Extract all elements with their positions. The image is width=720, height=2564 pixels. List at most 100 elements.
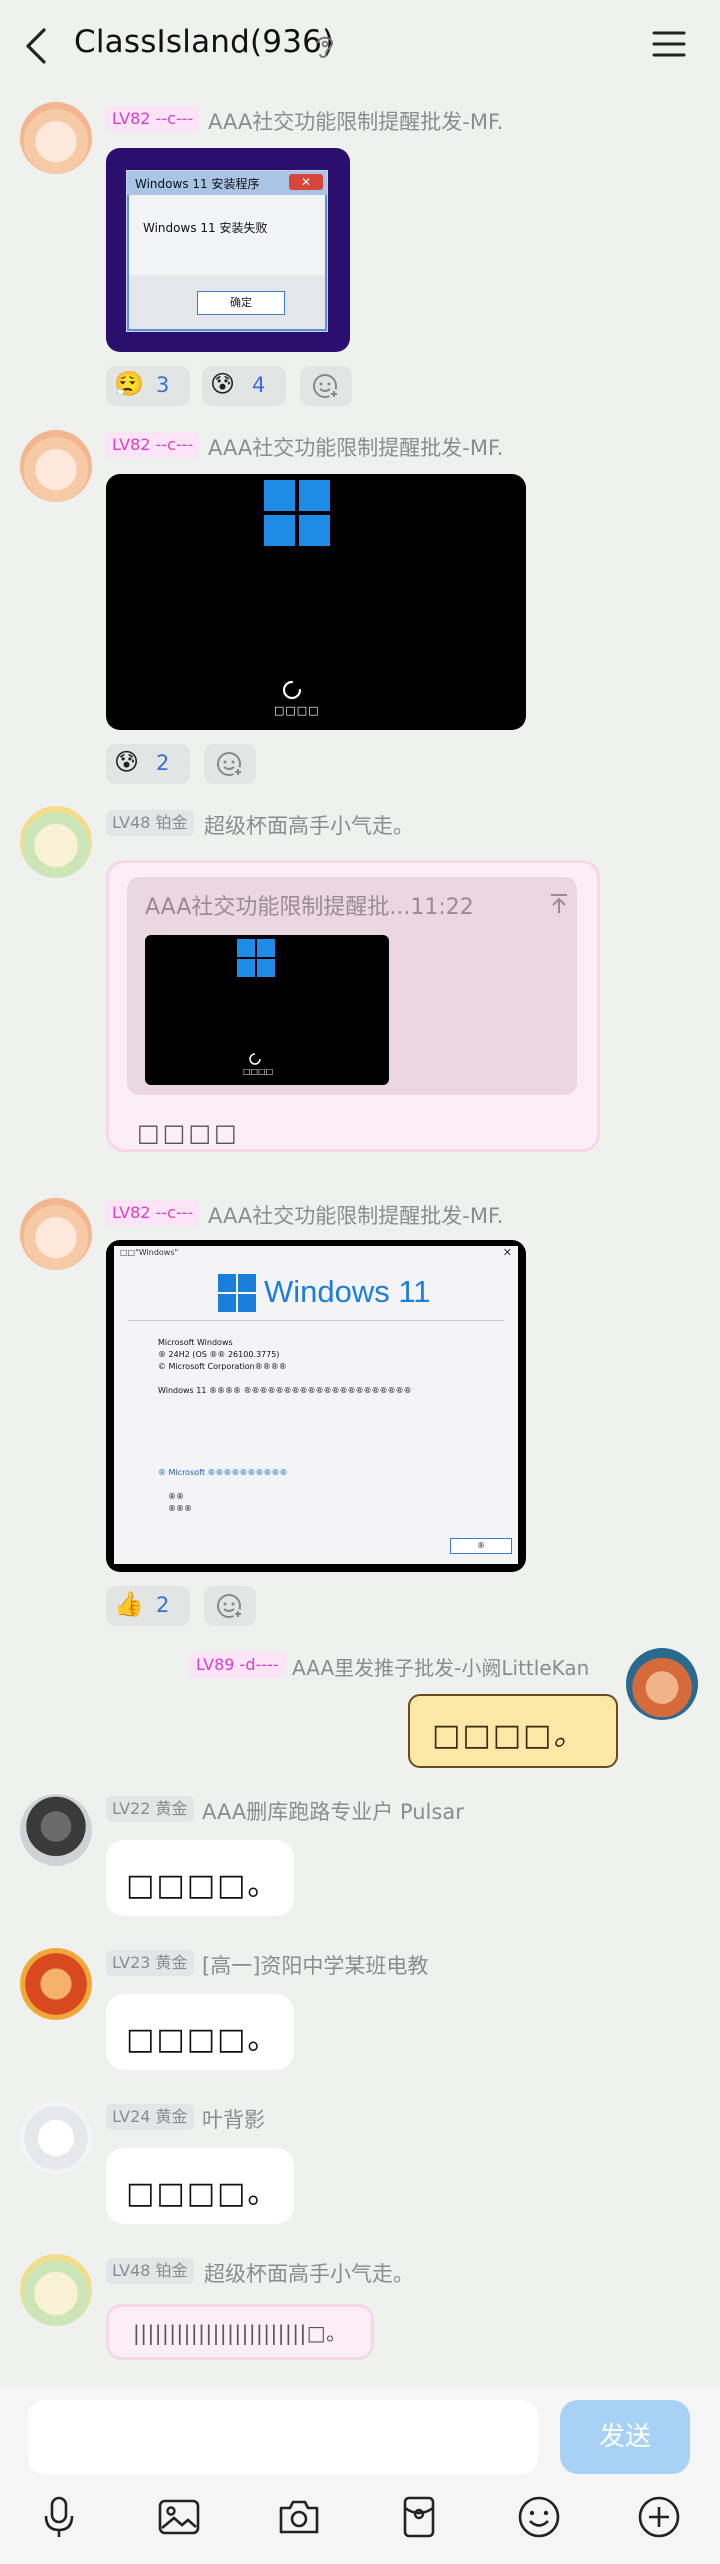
add-emoji-icon: [313, 374, 339, 399]
reaction-count: 3: [156, 373, 170, 397]
loading-text: □□□□: [243, 1067, 274, 1076]
avatar[interactable]: [20, 1794, 92, 1866]
level-badge: LV82 --c---: [106, 1200, 200, 1226]
add-reaction-button[interactable]: [204, 744, 256, 784]
dialog-body: Windows 11 安装失败 确定: [129, 195, 325, 329]
reply-text: □□□□: [137, 1119, 240, 1147]
reaction-count: 2: [156, 1593, 170, 1617]
sender-name[interactable]: AAA社交功能限制提醒批发-MF.: [208, 1200, 503, 1230]
message-text: □□□□。: [126, 2176, 280, 2211]
avatar[interactable]: [20, 1198, 92, 1270]
dialog-titlebar: Windows 11 安装程序 ✕: [127, 171, 327, 195]
dialog-title: Windows 11 安装程序: [135, 177, 260, 191]
jump-to-top-icon[interactable]: [549, 893, 569, 915]
sender-name[interactable]: AAA社交功能限制提醒批发-MF.: [208, 432, 503, 462]
send-button[interactable]: 发送: [560, 2400, 690, 2474]
avatar[interactable]: [20, 2102, 92, 2174]
back-arrow-icon[interactable]: [22, 26, 50, 66]
microphone-icon[interactable]: [36, 2494, 82, 2540]
info-line: ®®®: [168, 1504, 192, 1513]
close-icon: ✕: [289, 174, 323, 190]
message-bubble[interactable]: □□□□。: [106, 1840, 294, 1916]
info-line: © Microsoft Corporation®®®®: [158, 1362, 287, 1371]
quoted-message[interactable]: AAA社交功能限制提醒批...11:22 □□□□: [127, 877, 577, 1095]
windows-logo-text: Windows 11: [264, 1274, 431, 1309]
chat-header: ClassIsland(936): [0, 0, 720, 92]
loading-spinner-icon: [282, 680, 302, 700]
close-icon: ✕: [502, 1246, 512, 1259]
message-bubble[interactable]: □□□□。: [106, 2148, 294, 2224]
message-text: □□□□。: [126, 1868, 280, 1903]
windows-logo-icon: [264, 480, 330, 546]
message-input[interactable]: [28, 2400, 538, 2474]
reaction-chip[interactable]: 😰 2: [106, 744, 190, 784]
windows-logo-icon: [218, 1274, 256, 1312]
sender-name[interactable]: [高一]资阳中学某班电教: [202, 1950, 428, 1980]
sender-name[interactable]: 叶背影: [202, 2104, 265, 2134]
ear-icon: [317, 36, 334, 58]
sender-name[interactable]: 超级杯面高手小气走。: [204, 2258, 414, 2288]
message-text: □□□□。: [432, 1718, 586, 1753]
reaction-chip[interactable]: 👍 2: [106, 1586, 190, 1626]
dialog-caption: □□"Windows": [120, 1248, 179, 1257]
reaction-chip[interactable]: 😰 4: [202, 366, 286, 406]
loading-text: □□□□: [274, 704, 320, 717]
add-emoji-icon: [217, 1594, 243, 1619]
avatar-self[interactable]: [626, 1648, 698, 1720]
avatar[interactable]: [20, 806, 92, 878]
reply-bubble[interactable]: AAA社交功能限制提醒批...11:22 □□□□ □□□□: [106, 860, 600, 1152]
avatar[interactable]: [20, 2254, 92, 2326]
red-packet-icon[interactable]: [396, 2494, 442, 2540]
windows-logo-icon: [237, 939, 275, 977]
camera-icon[interactable]: [276, 2494, 322, 2540]
level-badge: LV82 --c---: [106, 106, 200, 132]
about-windows-dialog: □□"Windows" ✕ Windows 11 Microsoft Windo…: [114, 1246, 518, 1564]
level-badge: LV48 铂金: [106, 810, 194, 836]
reaction-count: 2: [156, 751, 170, 775]
info-line: ® 24H2 (OS ®® 26100.3775): [158, 1350, 280, 1359]
dialog-message: Windows 11 安装失败: [143, 221, 268, 235]
sender-name[interactable]: 超级杯面高手小气走。: [204, 810, 414, 840]
reaction-count: 4: [252, 373, 266, 397]
message-text: ||||||||||||||||||||||||□。: [133, 2321, 347, 2345]
chat-title[interactable]: ClassIsland(936): [74, 24, 334, 60]
avatar[interactable]: [20, 102, 92, 174]
avatar[interactable]: [20, 1948, 92, 2020]
level-badge: LV22 黄金: [106, 1796, 194, 1822]
thumbs-up-icon: 👍: [114, 1590, 144, 1618]
avatar[interactable]: [20, 430, 92, 502]
sleepy-face-icon: 😮‍💨: [114, 370, 144, 398]
add-emoji-icon: [217, 752, 243, 777]
add-reaction-button[interactable]: [204, 1586, 256, 1626]
message-bubble[interactable]: □□□□。: [106, 1994, 294, 2070]
message-image[interactable]: □□"Windows" ✕ Windows 11 Microsoft Windo…: [106, 1240, 526, 1572]
level-badge: LV24 黄金: [106, 2104, 194, 2130]
sender-name[interactable]: AAA删库跑路专业户 Pulsar: [202, 1796, 464, 1826]
dialog-window: Windows 11 安装程序 ✕ Windows 11 安装失败 确定: [126, 170, 328, 332]
emoji-icon[interactable]: [516, 2494, 562, 2540]
quoted-image[interactable]: □□□□: [145, 935, 389, 1085]
image-icon[interactable]: [156, 2494, 202, 2540]
message-text: □□□□。: [126, 2022, 280, 2057]
self-bubble[interactable]: □□□□。: [408, 1694, 618, 1768]
sender-name[interactable]: AAA里发推子批发-小阙LittleKan: [292, 1652, 589, 1681]
level-badge: LV89 -d----: [190, 1652, 285, 1678]
message-image[interactable]: □□□□: [106, 474, 526, 730]
loading-spinner-icon: [249, 1053, 261, 1065]
level-badge: LV48 铂金: [106, 2258, 194, 2284]
message-bubble[interactable]: ||||||||||||||||||||||||□。: [106, 2304, 374, 2360]
reaction-chip[interactable]: 😮‍💨 3: [106, 366, 190, 406]
level-badge: LV82 --c---: [106, 432, 200, 458]
plus-icon[interactable]: [636, 2494, 682, 2540]
quote-header: AAA社交功能限制提醒批...11:22: [145, 895, 474, 920]
sender-name[interactable]: AAA社交功能限制提醒批发-MF.: [208, 106, 503, 136]
level-badge: LV23 黄金: [106, 1950, 194, 1976]
info-line: Windows 11 ®®®® ®®®®®®®®®®®®®®®®®®®®®: [158, 1386, 412, 1395]
info-line: ®®: [168, 1492, 184, 1501]
message-image[interactable]: Windows 11 安装程序 ✕ Windows 11 安装失败 确定: [106, 148, 350, 352]
dialog-ok-button: 确定: [197, 291, 285, 315]
dialog-ok-button: ®: [450, 1538, 512, 1554]
divider: [128, 1320, 504, 1321]
hamburger-menu-icon[interactable]: [652, 28, 686, 60]
add-reaction-button[interactable]: [300, 366, 352, 406]
